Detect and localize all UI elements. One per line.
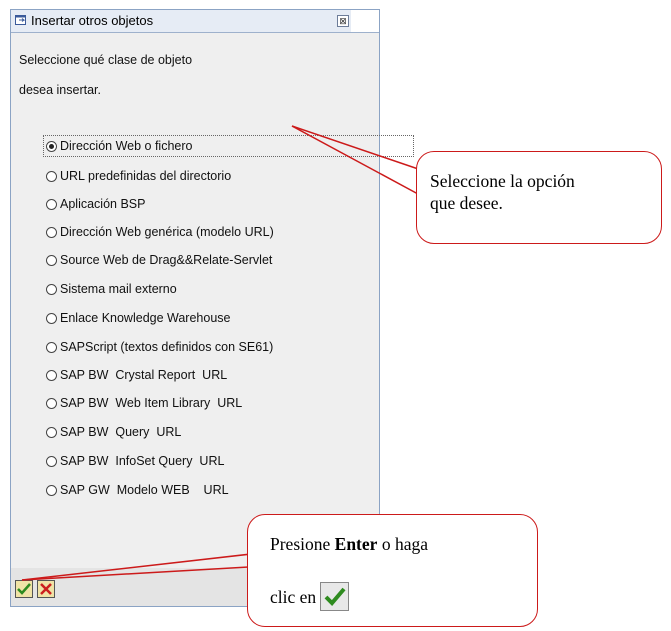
window-icon [15,15,26,25]
radio[interactable] [46,341,57,353]
option-row[interactable]: SAP GW Modelo WEB URL [46,480,229,500]
enter-hint-callout: Presione Enter o haga clic en [247,514,538,627]
option-row[interactable]: SAP BW Web Item Library URL [46,393,242,413]
radio[interactable] [46,170,57,182]
radio[interactable] [46,455,57,467]
title-bar: Insertar otros objetos ⊠ [11,10,379,33]
radio[interactable] [46,226,57,238]
option-label: Enlace Knowledge Warehouse [60,311,231,325]
option-label: SAP BW Query URL [60,425,182,439]
option-label: Dirección Web o fichero [60,139,193,153]
red-x-icon [40,583,52,595]
radio-selected[interactable] [46,140,57,152]
green-check-icon [17,583,31,595]
option-row[interactable]: SAP BW InfoSet Query URL [46,451,224,471]
radio[interactable] [46,312,57,324]
option-label: SAPScript (textos definidos con SE61) [60,340,274,354]
dialog-title: Insertar otros objetos [31,13,154,28]
option-hint-line-2: que desee. [430,193,503,213]
option-label: URL predefinidas del directorio [60,169,232,183]
option-hint-line-1: Seleccione la opción [430,171,575,191]
enter-hint-suffix: o haga [377,534,428,554]
enter-hint-bold: Enter [334,534,378,554]
radio[interactable] [46,254,57,266]
option-label: SAP GW Modelo WEB URL [60,483,229,497]
option-row[interactable]: Sistema mail externo [46,279,177,299]
prompt-line-1: Seleccione qué clase de objeto [19,53,193,67]
cancel-button[interactable] [37,580,55,598]
radio[interactable] [46,397,57,409]
option-row[interactable]: URL predefinidas del directorio [46,166,231,186]
option-row[interactable]: SAP BW Crystal Report URL [46,365,227,385]
radio[interactable] [46,426,57,438]
option-hint-callout: Seleccione la opción que desee. [416,151,662,244]
radio[interactable] [46,484,57,496]
close-box-icon[interactable]: ⊠ [337,15,349,27]
option-row[interactable]: SAP BW Query URL [46,422,181,442]
option-label: Dirección Web genérica (modelo URL) [60,225,274,239]
option-row[interactable]: Dirección Web genérica (modelo URL) [46,222,274,242]
prompt-line-2: desea insertar. [19,83,101,97]
option-label: Aplicación BSP [60,197,146,211]
option-label: Source Web de Drag&&Relate-Servlet [60,253,273,267]
title-tab-slant [351,10,379,32]
radio[interactable] [46,283,57,295]
enter-hint-line-1: Presione Enter o haga [270,533,537,555]
option-label: SAP BW Web Item Library URL [60,396,243,410]
option-row[interactable]: SAPScript (textos definidos con SE61) [46,337,273,357]
option-row[interactable]: Enlace Knowledge Warehouse [46,308,230,328]
radio[interactable] [46,198,57,210]
option-label: SAP BW InfoSet Query URL [60,454,225,468]
confirm-button[interactable] [15,580,33,598]
option-row[interactable]: Aplicación BSP [46,194,145,214]
enter-hint-prefix: Presione [270,534,335,554]
enter-hint-text: clic en [270,586,317,607]
option-row[interactable]: Dirección Web o fichero [46,136,192,156]
green-check-icon [320,582,350,611]
option-row[interactable]: Source Web de Drag&&Relate-Servlet [46,250,272,270]
radio[interactable] [46,369,57,381]
enter-hint-line-2: clic en [270,582,350,611]
option-label: Sistema mail externo [60,282,177,296]
option-label: SAP BW Crystal Report URL [60,368,228,382]
